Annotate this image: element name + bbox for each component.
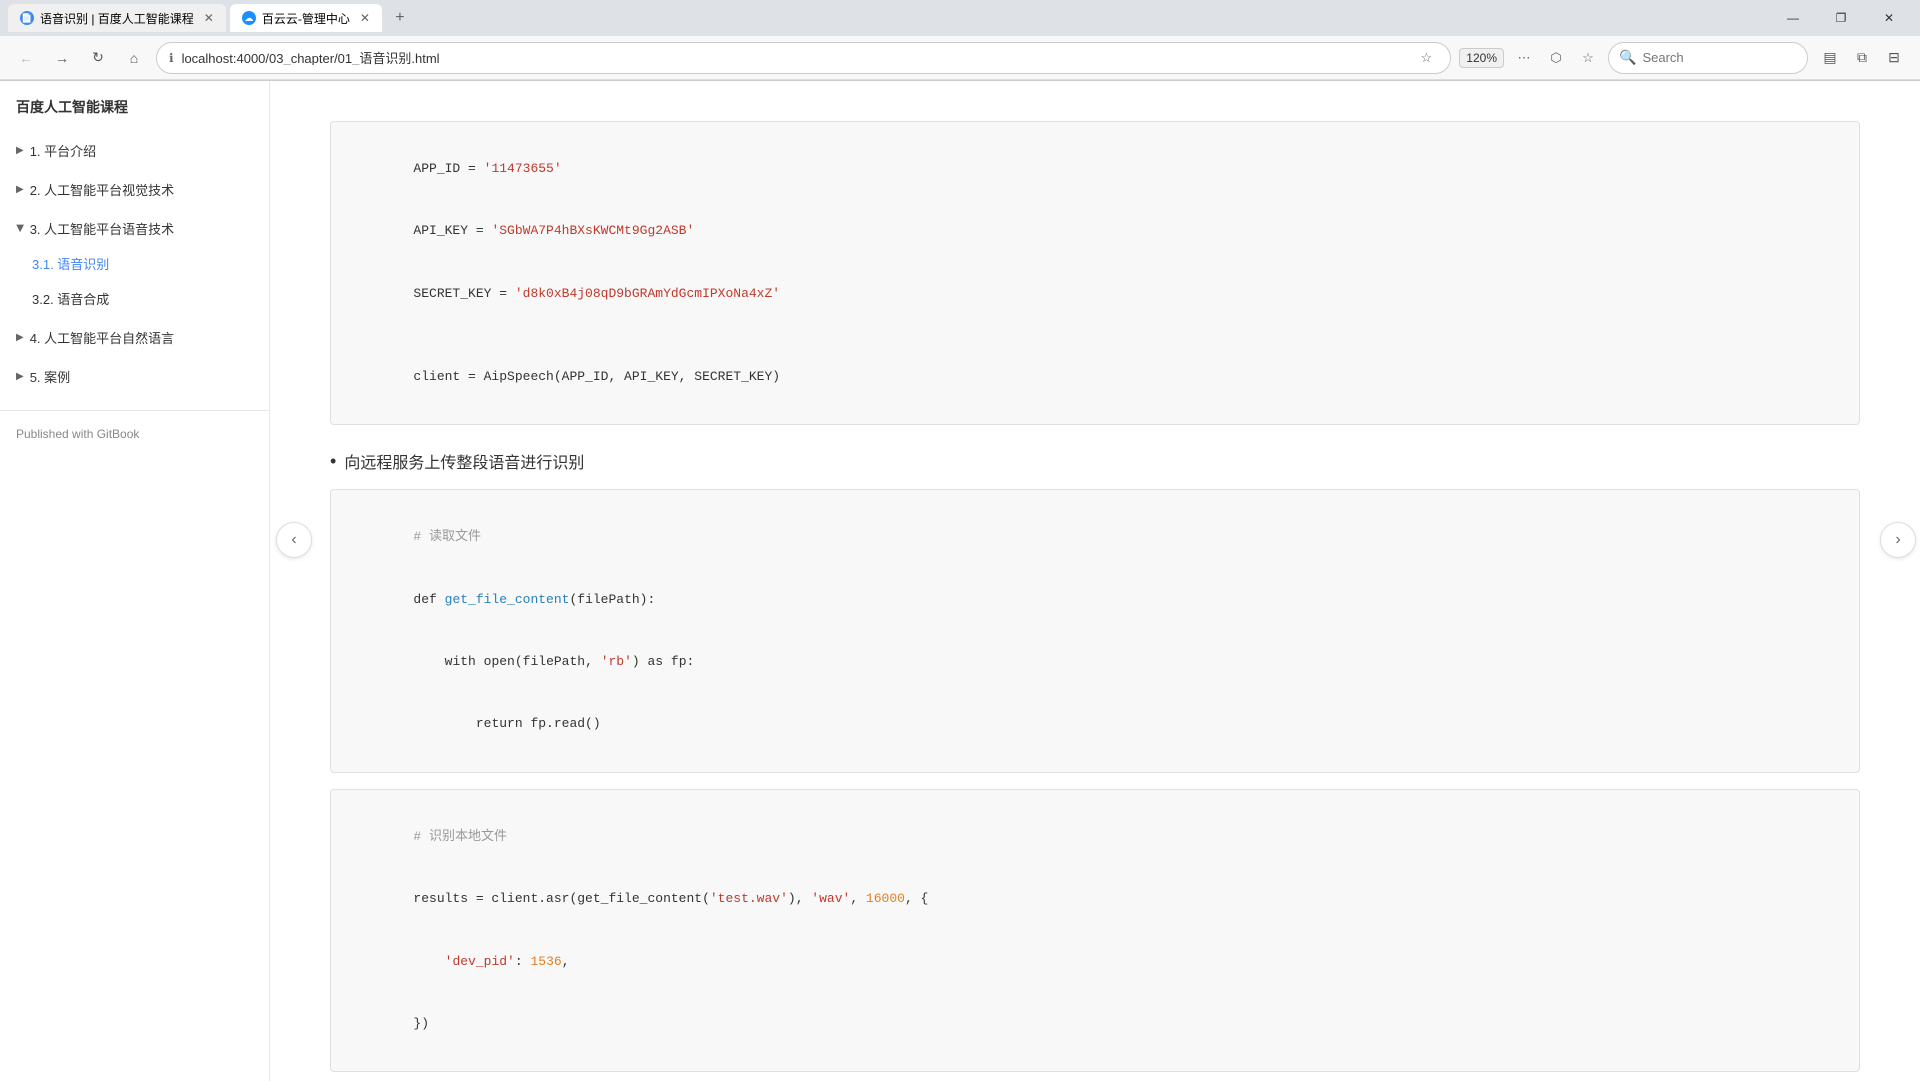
chevron-icon-4: ▶ xyxy=(16,332,24,343)
page-layout: 百度人工智能课程 ▶ 1. 平台介绍 ▶ 2. 人工智能平台视觉技术 ▶ 3. … xyxy=(0,81,1920,1081)
address-input[interactable] xyxy=(182,50,1407,65)
code-line-close: }) xyxy=(351,993,1839,1055)
sidebar-section-label-2: 2. 人工智能平台视觉技术 xyxy=(30,180,174,199)
minimize-button[interactable]: — xyxy=(1770,0,1816,36)
tab-icon-baiyun: ☁ xyxy=(242,11,256,25)
code-line-def: def get_file_content(filePath): xyxy=(351,569,1839,631)
sidebar-section-1: ▶ 1. 平台介绍 xyxy=(0,133,269,168)
nav-arrow-right[interactable]: › xyxy=(1880,522,1916,558)
search-icon: 🔍 xyxy=(1619,49,1636,66)
code-line-comment2: # 识别本地文件 xyxy=(351,806,1839,868)
new-tab-button[interactable]: + xyxy=(386,4,414,32)
tab-close-baiyun[interactable]: ✕ xyxy=(360,11,370,25)
sidebar-title: 百度人工智能课程 xyxy=(0,97,269,133)
sidebar-section-label-4: 4. 人工智能平台自然语言 xyxy=(30,328,174,347)
pocket-button[interactable]: ⬡ xyxy=(1544,46,1568,70)
address-bar[interactable]: ℹ ☆ xyxy=(156,42,1451,74)
tab-baiyun[interactable]: ☁ 百云云-管理中心 ✕ xyxy=(230,4,382,32)
chevron-icon-5: ▶ xyxy=(16,371,24,382)
extensions-button[interactable]: ⧉ xyxy=(1848,44,1876,72)
sidebar-footer: Published with GitBook xyxy=(0,410,269,457)
code-line-results: results = client.asr(get_file_content('t… xyxy=(351,868,1839,930)
chevron-icon-1: ▶ xyxy=(16,145,24,156)
code-line-secretkey: SECRET_KEY = 'd8k0xB4j08qD9bGRAmYdGcmIPX… xyxy=(351,263,1839,325)
sidebar-item-yuyin-hecheng[interactable]: 3.2. 语音合成 xyxy=(16,281,269,316)
code-line-return: return fp.read() xyxy=(351,694,1839,756)
sidebar-section-header-5[interactable]: ▶ 5. 案例 xyxy=(0,359,269,394)
code-line-apikey: API_KEY = 'SGbWA7P4hBXsKWCMt9Gg2ASB' xyxy=(351,200,1839,262)
code-block-credentials: APP_ID = '11473655' API_KEY = 'SGbWA7P4h… xyxy=(330,121,1860,425)
sidebar-item-yuyin-shibie[interactable]: 3.1. 语音识别 xyxy=(16,246,269,281)
main-content: APP_ID = '11473655' API_KEY = 'SGbWA7P4h… xyxy=(270,81,1920,1081)
lock-icon: ℹ xyxy=(169,51,174,65)
sidebar-sub-items-3: 3.1. 语音识别 3.2. 语音合成 xyxy=(0,246,269,316)
split-button[interactable]: ⊟ xyxy=(1880,44,1908,72)
sidebar-section-label-3: 3. 人工智能平台语音技术 xyxy=(30,219,174,238)
sidebar-section-header-1[interactable]: ▶ 1. 平台介绍 xyxy=(0,133,269,168)
code-line-devpid: 'dev_pid': 1536, xyxy=(351,931,1839,993)
star-button[interactable]: ☆ xyxy=(1576,46,1600,70)
sidebar-section-label-5: 5. 案例 xyxy=(30,367,70,386)
more-options-button[interactable]: ⋯ xyxy=(1512,46,1536,70)
collections-button[interactable]: ▤ xyxy=(1816,44,1844,72)
close-button[interactable]: ✕ xyxy=(1866,0,1912,36)
code-line-with: with open(filePath, 'rb') as fp: xyxy=(351,631,1839,693)
chevron-icon-2: ▶ xyxy=(16,184,24,195)
tab-label-baiyun: 百云云-管理中心 xyxy=(262,10,350,27)
search-input[interactable] xyxy=(1642,50,1782,65)
search-bar[interactable]: 🔍 xyxy=(1608,42,1808,74)
code-line-appid: APP_ID = '11473655' xyxy=(351,138,1839,200)
back-button[interactable]: ← xyxy=(12,44,40,72)
browser-chrome: 📄 语音识别 | 百度人工智能课程 ✕ ☁ 百云云-管理中心 ✕ + — ❐ ✕… xyxy=(0,0,1920,81)
chevron-icon-3: ▶ xyxy=(14,225,25,233)
code-line-comment1: # 读取文件 xyxy=(351,506,1839,568)
address-actions: ☆ xyxy=(1414,46,1438,70)
home-button[interactable]: ⌂ xyxy=(120,44,148,72)
tab-label-yuyin: 语音识别 | 百度人工智能课程 xyxy=(40,10,194,27)
bookmark-icon[interactable]: ☆ xyxy=(1414,46,1438,70)
zoom-level: 120% xyxy=(1459,48,1504,68)
sidebar-section-header-2[interactable]: ▶ 2. 人工智能平台视觉技术 xyxy=(0,172,269,207)
nav-bar: ← → ↻ ⌂ ℹ ☆ 120% ⋯ ⬡ ☆ 🔍 ▤ ⧉ ⊟ xyxy=(0,36,1920,80)
sidebar-section-header-4[interactable]: ▶ 4. 人工智能平台自然语言 xyxy=(0,320,269,355)
forward-button[interactable]: → xyxy=(48,44,76,72)
sidebar-section-3: ▶ 3. 人工智能平台语音技术 3.1. 语音识别 3.2. 语音合成 xyxy=(0,211,269,316)
tab-icon-yuyin: 📄 xyxy=(20,11,34,25)
code-line-blank1 xyxy=(351,325,1839,346)
nav-arrow-left[interactable]: ‹ xyxy=(276,522,312,558)
code-line-client: client = AipSpeech(APP_ID, API_KEY, SECR… xyxy=(351,346,1839,408)
code-block-asr: # 识别本地文件 results = client.asr(get_file_c… xyxy=(330,789,1860,1073)
reload-button[interactable]: ↻ xyxy=(84,44,112,72)
right-nav-icons: ▤ ⧉ ⊟ xyxy=(1816,44,1908,72)
sidebar-section-header-3[interactable]: ▶ 3. 人工智能平台语音技术 xyxy=(0,211,269,246)
sidebar-section-label-1: 1. 平台介绍 xyxy=(30,141,96,160)
sidebar-section-5: ▶ 5. 案例 xyxy=(0,359,269,394)
section-bullet-1: 向远程服务上传整段语音进行识别 xyxy=(330,449,1860,473)
code-block-file-content: # 读取文件 def get_file_content(filePath): w… xyxy=(330,489,1860,773)
window-controls: — ❐ ✕ xyxy=(1770,0,1912,36)
tab-yuyin[interactable]: 📄 语音识别 | 百度人工智能课程 ✕ xyxy=(8,4,226,32)
maximize-button[interactable]: ❐ xyxy=(1818,0,1864,36)
sidebar-section-4: ▶ 4. 人工智能平台自然语言 xyxy=(0,320,269,355)
tab-close-yuyin[interactable]: ✕ xyxy=(204,11,214,25)
sidebar: 百度人工智能课程 ▶ 1. 平台介绍 ▶ 2. 人工智能平台视觉技术 ▶ 3. … xyxy=(0,81,270,1081)
sidebar-section-2: ▶ 2. 人工智能平台视觉技术 xyxy=(0,172,269,207)
title-bar: 📄 语音识别 | 百度人工智能课程 ✕ ☁ 百云云-管理中心 ✕ + — ❐ ✕ xyxy=(0,0,1920,36)
